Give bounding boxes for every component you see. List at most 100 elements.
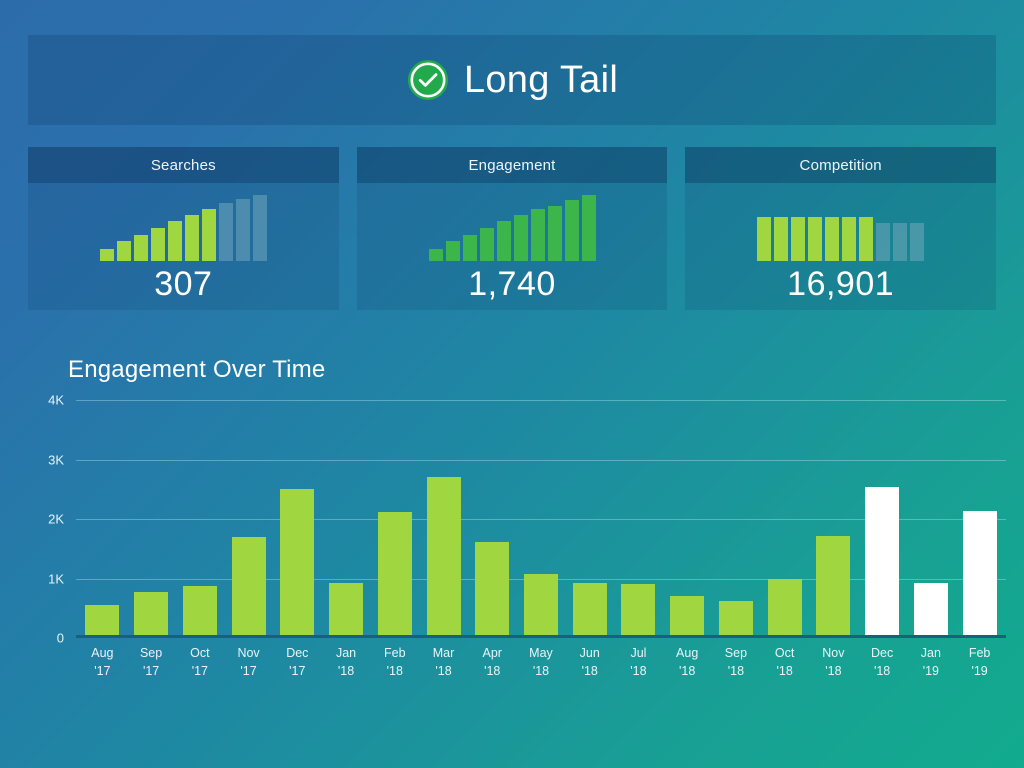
check-circle-icon xyxy=(407,60,448,100)
engagement-chart-section: Engagement Over Time 0 1K 2K 3K 4K Aug '17 Sep… xyxy=(0,340,1024,760)
chart-bar-slot[interactable] xyxy=(224,400,273,638)
kpi-card-row: Searches 307 Engagement 1,740 Competitio… xyxy=(28,147,997,310)
sparkline-bar xyxy=(445,241,460,261)
x-axis-tick-label: Feb '19 xyxy=(968,646,991,679)
kpi-value: 1,740 xyxy=(468,265,556,303)
y-axis-tick-label: 2K xyxy=(48,511,64,527)
sparkline-bar xyxy=(893,223,908,261)
chart-bar-slot[interactable] xyxy=(614,400,663,638)
x-axis-tick-label: Dec '18 xyxy=(871,646,894,679)
y-axis-tick-label: 3K xyxy=(48,452,64,467)
chart-bar[interactable] xyxy=(962,511,997,638)
chart-plot-area: 0 1K 2K 3K 4K Aug '17 Sep '17 Oct '17 Nov '17 Dec '17… xyxy=(0,393,1024,710)
sparkline-bar xyxy=(564,200,579,261)
chart-bar-slot[interactable] xyxy=(906,400,955,638)
kpi-title: Searches xyxy=(150,156,216,174)
x-axis-tick-label: Nov '17 xyxy=(237,646,260,679)
x-axis-tick-label: Sep '17 xyxy=(139,646,163,679)
chart-bar-slot[interactable] xyxy=(175,400,224,638)
sparkline-bar xyxy=(513,215,528,261)
x-axis-tick-label: Apr '18 xyxy=(482,646,502,679)
kpi-card-header: Engagement xyxy=(356,147,668,183)
chart-bar-slot[interactable] xyxy=(955,400,1004,638)
chart-bar-slot[interactable] xyxy=(809,400,858,638)
x-axis-tick-label: Mar '18 xyxy=(432,646,455,679)
sparkline-bar xyxy=(547,206,562,261)
x-axis-baseline xyxy=(76,635,1006,638)
sparkline-bar xyxy=(428,249,443,261)
kpi-value: 307 xyxy=(154,265,213,303)
chart-bar-slot[interactable] xyxy=(565,400,614,638)
chart-bar[interactable] xyxy=(475,542,510,638)
chart-bar[interactable] xyxy=(523,573,558,638)
chart-bar[interactable] xyxy=(816,535,851,638)
chart-bar[interactable] xyxy=(280,489,315,638)
chart-bar[interactable] xyxy=(913,583,948,638)
chart-bar-slot[interactable] xyxy=(419,400,468,638)
sparkline-bar xyxy=(876,223,891,261)
sparkline-bar xyxy=(791,217,806,261)
sparkline-bar xyxy=(825,217,840,261)
sparkline-bar xyxy=(581,195,596,261)
x-axis-tick-label: Feb '18 xyxy=(384,646,406,679)
chart-bar-slot[interactable] xyxy=(78,400,127,638)
kpi-card-header: Competition xyxy=(685,147,997,183)
x-axis-tick-label: Sep '18 xyxy=(724,646,748,679)
kpi-card-body: 307 xyxy=(28,183,339,310)
sparkline-bar xyxy=(116,241,131,261)
sparkline-bar xyxy=(167,221,182,261)
chart-bar-slot[interactable] xyxy=(273,400,322,638)
x-axis-tick-label: Jan '19 xyxy=(920,646,941,679)
chart-bar[interactable] xyxy=(329,582,364,638)
chart-bar[interactable] xyxy=(85,605,120,638)
chart-bar[interactable] xyxy=(377,512,412,638)
chart-bar[interactable] xyxy=(426,477,461,638)
y-axis: 0 1K 2K 3K 4K xyxy=(0,393,76,646)
searches-sparkline xyxy=(99,195,267,261)
chart-grid xyxy=(76,400,1006,638)
chart-bar-slot[interactable] xyxy=(127,400,176,638)
sparkline-bar xyxy=(910,223,925,261)
sparkline-bar xyxy=(462,235,477,261)
sparkline-bar xyxy=(218,203,233,261)
x-axis-tick-label: Jan '18 xyxy=(335,646,357,679)
chart-bar-slot[interactable] xyxy=(760,400,809,638)
chart-bar[interactable] xyxy=(231,536,266,638)
chart-bar-slot[interactable] xyxy=(517,400,566,638)
chart-bar[interactable] xyxy=(621,584,656,638)
sparkline-bar xyxy=(808,217,823,261)
chart-bar[interactable] xyxy=(767,578,802,638)
x-axis-tick-label: Jul '18 xyxy=(630,646,647,679)
kpi-card-searches[interactable]: Searches 307 xyxy=(28,147,339,310)
chart-bar-slot[interactable] xyxy=(370,400,419,638)
chart-bar[interactable] xyxy=(182,586,217,638)
chart-bar[interactable] xyxy=(134,592,169,638)
sparkline-bar xyxy=(530,209,545,261)
kpi-title: Competition xyxy=(799,156,882,174)
sparkline-bar xyxy=(842,217,857,261)
chart-bar[interactable] xyxy=(865,487,900,638)
chart-bar[interactable] xyxy=(718,601,753,638)
chart-bar-slot[interactable] xyxy=(712,400,761,638)
y-axis-tick-label: 4K xyxy=(48,392,64,408)
sparkline-bar xyxy=(757,217,772,261)
x-axis-tick-label: Oct '18 xyxy=(774,646,795,679)
sparkline-bar xyxy=(774,217,789,261)
x-axis-tick-label: Dec '17 xyxy=(286,646,309,679)
kpi-value: 16,901 xyxy=(787,265,895,303)
chart-bar[interactable] xyxy=(670,596,705,638)
chart-bar-slot[interactable] xyxy=(663,400,712,638)
sparkline-bar xyxy=(235,199,250,261)
x-axis-tick-label: Jun '18 xyxy=(579,646,600,679)
x-axis-tick-label: Aug '18 xyxy=(676,646,699,679)
kpi-title: Engagement xyxy=(468,156,556,174)
kpi-card-engagement[interactable]: Engagement 1,740 xyxy=(356,147,668,310)
chart-bar-slot[interactable] xyxy=(858,400,907,638)
kpi-card-competition[interactable]: Competition 16,901 xyxy=(685,147,997,310)
sparkline-bar xyxy=(150,228,165,261)
x-axis-tick-label: Oct '17 xyxy=(190,646,210,679)
chart-bar[interactable] xyxy=(572,582,607,638)
chart-bar-slot[interactable] xyxy=(322,400,371,638)
y-axis-tick-label: 0 xyxy=(56,630,64,646)
chart-bar-slot[interactable] xyxy=(468,400,517,638)
